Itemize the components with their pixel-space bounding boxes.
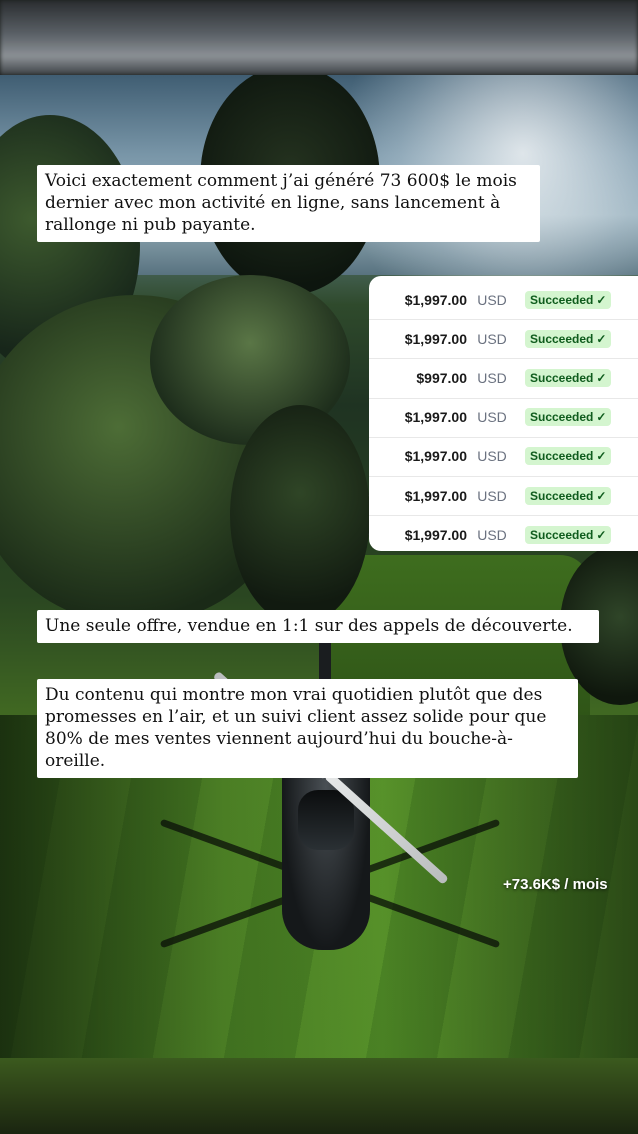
payment-amount: $1,997.00 (404, 330, 467, 347)
payment-amount: $997.00 (416, 369, 467, 386)
payment-row[interactable]: $1,997.00 USD Succeeded ✓ (369, 436, 638, 476)
status-badge: Succeeded ✓ (525, 525, 612, 544)
check-icon: ✓ (596, 331, 607, 346)
check-icon: ✓ (596, 370, 607, 385)
payments-list: $1,997.00 USD Succeeded ✓ $1,997.00 USD Succee… (369, 276, 638, 551)
payment-row[interactable]: $1,997.00 USD Succeeded ✓ (369, 397, 638, 437)
check-icon: ✓ (596, 527, 607, 542)
payment-currency: USD (477, 409, 507, 426)
payment-amount: $1,997.00 (404, 409, 467, 426)
payment-row[interactable]: $1,997.00 USD Succeeded ✓ (369, 319, 638, 358)
top-blurred-band (0, 0, 638, 75)
payment-currency: USD (477, 291, 507, 308)
payment-currency: USD (477, 487, 507, 504)
intro-caption: Voici exactement comment j’ai généré 73 … (37, 165, 540, 242)
offer-caption: Une seule offre, vendue en 1:1 sur des a… (37, 610, 599, 643)
bottom-blurred-band (0, 1058, 638, 1134)
status-badge: Succeeded ✓ (525, 447, 612, 466)
payment-row[interactable]: $1,997.00 USD Succeeded ✓ (369, 280, 638, 319)
status-label: Succeeded (530, 410, 594, 425)
payment-amount: $1,997.00 (404, 526, 467, 543)
check-icon: ✓ (596, 410, 607, 425)
payment-amount: $1,997.00 (404, 448, 467, 465)
payment-currency: USD (477, 330, 507, 347)
status-badge: Succeeded ✓ (525, 486, 612, 505)
status-badge: Succeeded ✓ (525, 408, 612, 427)
check-icon: ✓ (596, 449, 607, 464)
status-badge: Succeeded ✓ (525, 368, 612, 387)
payment-row[interactable]: $1,997.00 USD Succeeded ✓ (369, 475, 638, 515)
status-badge: Succeeded ✓ (525, 290, 612, 309)
payment-currency: USD (477, 369, 507, 386)
content-caption: Du contenu qui montre mon vrai quotidien… (37, 679, 578, 778)
status-label: Succeeded (530, 370, 594, 385)
status-label: Succeeded (530, 488, 594, 503)
payment-currency: USD (477, 526, 507, 543)
payment-currency: USD (477, 448, 507, 465)
status-label: Succeeded (530, 449, 594, 464)
payment-row[interactable]: $997.00 USD Succeeded ✓ (369, 358, 638, 397)
status-label: Succeeded (530, 331, 594, 346)
payment-row[interactable]: $1,997.00 USD Succeeded ✓ (369, 515, 638, 554)
payment-amount: $1,997.00 (404, 291, 467, 308)
check-icon: ✓ (596, 488, 607, 503)
status-label: Succeeded (530, 292, 594, 307)
tree (230, 405, 370, 625)
status-label: Succeeded (530, 527, 594, 542)
monthly-stat: +73.6K$ / mois (503, 876, 608, 893)
payment-amount: $1,997.00 (404, 487, 467, 504)
helicopter-cockpit (298, 790, 354, 850)
status-badge: Succeeded ✓ (525, 329, 612, 348)
check-icon: ✓ (596, 292, 607, 307)
